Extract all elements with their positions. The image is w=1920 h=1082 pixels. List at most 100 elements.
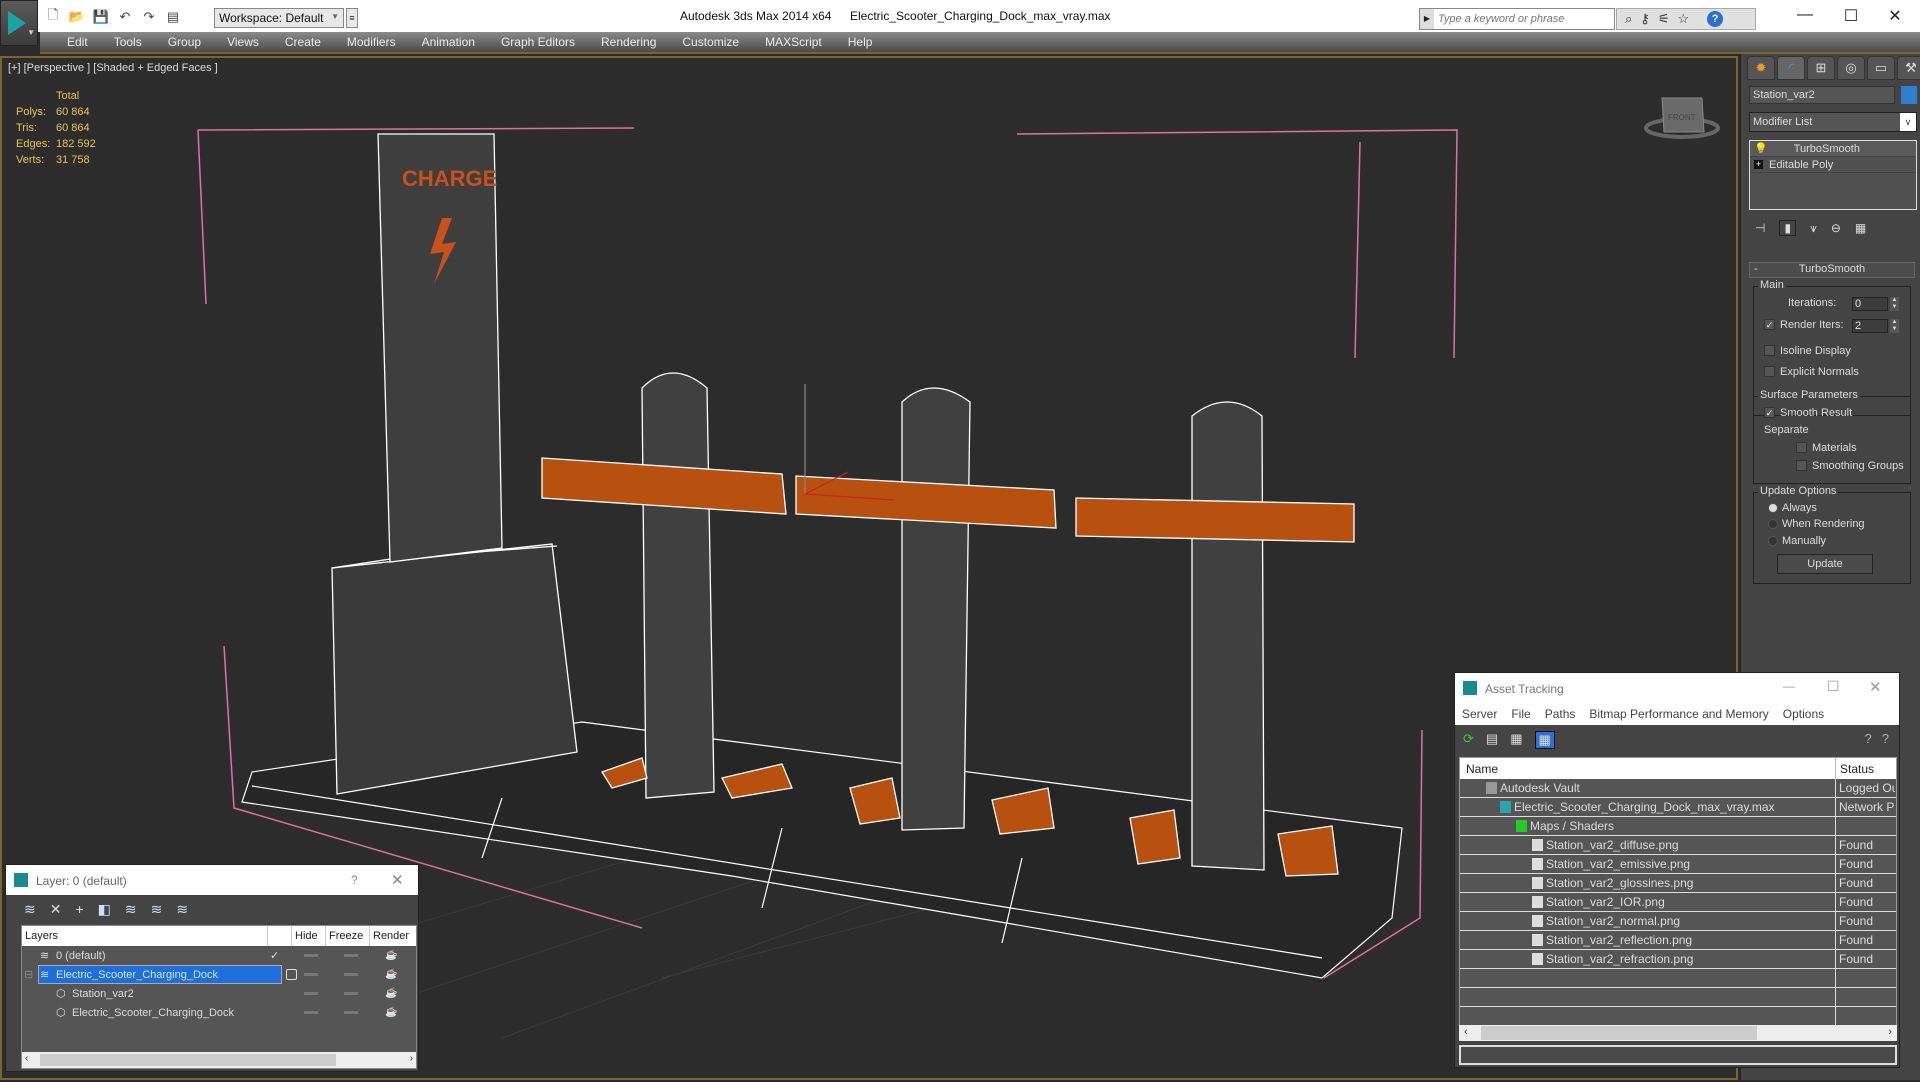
menu-graph-editors[interactable]: Graph Editors (488, 35, 588, 49)
viewport-label-menu[interactable]: [+] [Perspective ] [Shaded + Edged Faces… (8, 62, 218, 74)
iterations-spinner[interactable]: 0 (1852, 297, 1888, 311)
scroll-left-icon[interactable]: ‹ (25, 1053, 28, 1064)
menu-modifiers[interactable]: Modifiers (334, 35, 409, 49)
manually-radio[interactable] (1768, 536, 1778, 546)
satellite-icon[interactable]: ⚟ (1658, 11, 1670, 27)
table-view-icon[interactable]: ▦ (1534, 731, 1555, 749)
col-status[interactable]: Status (1840, 762, 1874, 776)
render-iters-checkbox[interactable]: ✓ (1764, 319, 1775, 330)
asset-path-field[interactable] (1459, 1045, 1897, 1065)
motion-tab[interactable]: ◎ (1837, 56, 1865, 80)
asset-row[interactable]: Station_var2_diffuse.png Found (1460, 836, 1896, 855)
materials-checkbox[interactable] (1796, 442, 1807, 453)
remove-modifier-icon[interactable]: ⊖ (1831, 221, 1841, 235)
scroll-left-icon[interactable]: ‹ (1464, 1026, 1468, 1038)
menu-edit[interactable]: Edit (54, 35, 101, 49)
asset-row[interactable]: Autodesk Vault Logged Ou (1460, 779, 1896, 798)
col-name[interactable]: Name (1466, 762, 1498, 776)
select-objects-icon[interactable]: ◧ (98, 901, 111, 918)
render-teapot-icon[interactable]: ☕ (385, 950, 397, 961)
refresh-icon[interactable]: ⟳ (1463, 731, 1474, 749)
collapse-icon[interactable]: ⊟ (24, 968, 33, 981)
help-icon[interactable]: ? (1882, 731, 1889, 746)
stack-item-editable-poly[interactable]: + Editable Poly (1750, 157, 1916, 173)
utilities-tab[interactable]: ⚒ (1897, 56, 1920, 80)
display-tab[interactable]: ▭ (1867, 56, 1895, 80)
asset-row[interactable]: Station_var2_glossines.png Found (1460, 874, 1896, 893)
render-teapot-icon[interactable]: ☕ (385, 1007, 397, 1018)
update-button[interactable]: Update (1777, 554, 1873, 574)
col-render[interactable]: Render (370, 926, 416, 946)
render-teapot-icon[interactable]: ☕ (385, 988, 397, 999)
menu-file[interactable]: File (1504, 707, 1537, 721)
set-current-checkbox[interactable] (286, 969, 297, 980)
smooth-result-checkbox[interactable]: ✓ (1764, 407, 1775, 418)
hierarchy-tab[interactable]: ⊞ (1807, 56, 1835, 80)
close-button[interactable]: ✕ (1880, 6, 1910, 26)
search-input[interactable] (1434, 9, 1614, 29)
layer-row[interactable]: ⊟ ≋ Electric_Scooter_Charging_Dock ☕ (22, 965, 416, 984)
show-end-result-icon[interactable]: ▮ (1779, 220, 1797, 236)
freeze-toggle[interactable] (344, 992, 358, 995)
freeze-toggle[interactable] (344, 954, 358, 957)
expand-plus-icon[interactable]: + (1754, 160, 1763, 169)
asset-row[interactable]: Station_var2_IOR.png Found (1460, 893, 1896, 912)
undo-icon[interactable]: ↶ (116, 8, 134, 26)
menu-bitmap-performance[interactable]: Bitmap Performance and Memory (1582, 707, 1775, 721)
explicit-normals-checkbox[interactable] (1764, 366, 1775, 377)
object-name-field[interactable]: Station_var2 (1749, 86, 1895, 104)
expand-arrow-icon[interactable]: ▶ (1420, 9, 1434, 29)
menu-animation[interactable]: Animation (409, 35, 488, 49)
asset-row[interactable]: Maps / Shaders (1460, 817, 1896, 836)
menu-tools[interactable]: Tools (101, 35, 155, 49)
hide-toggle[interactable] (304, 1011, 318, 1014)
menu-help[interactable]: Help (835, 35, 886, 49)
open-file-icon[interactable]: 📂 (68, 8, 86, 26)
menu-options[interactable]: Options (1776, 707, 1831, 721)
select-layer-icon[interactable]: ≋ (125, 901, 137, 918)
menu-maxscript[interactable]: MAXScript (752, 35, 835, 49)
active-check-icon[interactable]: ✓ (270, 949, 279, 962)
add-to-layer-icon[interactable]: + (75, 901, 83, 918)
close-button[interactable]: ✕ (1869, 678, 1882, 696)
scroll-right-icon[interactable]: › (410, 1053, 413, 1064)
asset-row[interactable]: Station_var2_emissive.png Found (1460, 855, 1896, 874)
isoline-display-checkbox[interactable] (1764, 345, 1775, 356)
when-rendering-radio[interactable] (1768, 519, 1778, 529)
customize-qat-button[interactable]: ≡ (346, 8, 358, 28)
stack-item-turbosmooth[interactable]: 💡 TurboSmooth (1750, 141, 1916, 157)
hide-freeze-layers-icon[interactable]: ≋ (176, 901, 188, 918)
render-teapot-icon[interactable]: ☕ (385, 969, 397, 980)
scroll-right-icon[interactable]: › (1888, 1026, 1892, 1038)
hide-toggle[interactable] (304, 992, 318, 995)
layer-row[interactable]: ≋ 0 (default) ✓ ☕ (22, 946, 416, 965)
layer-window-titlebar[interactable]: Layer: 0 (default) ? ✕ (6, 865, 418, 895)
spinner-arrows-icon[interactable]: ▲ ▼ (1890, 297, 1899, 311)
menu-customize[interactable]: Customize (669, 35, 752, 49)
minimize-button[interactable]: — (1790, 6, 1820, 24)
horizontal-scrollbar[interactable]: ‹ › (1459, 1025, 1897, 1041)
key-icon[interactable]: ⚷ (1640, 11, 1650, 27)
asset-row[interactable]: Electric_Scooter_Charging_Dock_max_vray.… (1460, 798, 1896, 817)
spinner-arrows-icon[interactable]: ▲ ▼ (1890, 319, 1899, 333)
maximize-button[interactable]: ☐ (1827, 678, 1840, 695)
close-button[interactable]: ✕ (391, 871, 404, 889)
help-button[interactable]: ? (351, 873, 358, 887)
configure-sets-icon[interactable]: ▦ (1855, 221, 1866, 235)
help-icon[interactable]: ? (1707, 11, 1724, 27)
minimize-button[interactable]: — (1783, 679, 1795, 693)
highlight-layer-icon[interactable]: ≋ (151, 901, 163, 918)
menu-views[interactable]: Views (214, 35, 272, 49)
always-radio[interactable] (1768, 503, 1778, 513)
redo-icon[interactable]: ↷ (140, 8, 158, 26)
hide-toggle[interactable] (304, 973, 318, 976)
lightbulb-icon[interactable]: 💡 (1754, 142, 1768, 155)
help-globe-icon[interactable]: ? (1865, 731, 1872, 746)
modifier-list-dropdown[interactable]: Modifier List ∨ (1749, 112, 1917, 132)
asset-row[interactable]: Station_var2_normal.png Found (1460, 912, 1896, 931)
hide-toggle[interactable] (304, 954, 318, 957)
scrollbar-thumb[interactable] (40, 1054, 336, 1066)
maximize-button[interactable]: ☐ (1836, 6, 1866, 26)
viewcube[interactable]: FRONT (1644, 97, 1720, 139)
object-row[interactable]: ⬡ Electric_Scooter_Charging_Dock ☕ (22, 1003, 416, 1022)
